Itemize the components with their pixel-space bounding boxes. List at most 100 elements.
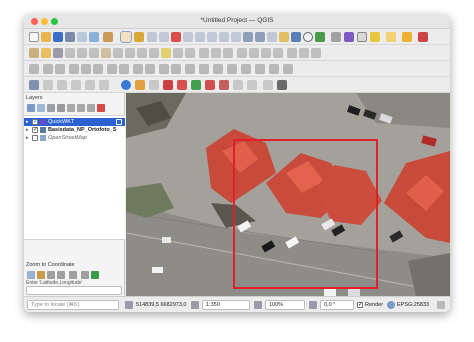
crs-globe-icon[interactable] — [387, 301, 395, 309]
layer-item-ortofoto[interactable]: ▸ Basisdata_NP_Ortofoto_S — [24, 126, 125, 134]
trim-extend-icon[interactable] — [227, 64, 237, 74]
info-icon[interactable] — [121, 80, 131, 90]
bookmark-icon[interactable] — [267, 32, 277, 42]
show-bookmarks-icon[interactable] — [279, 32, 289, 42]
capture-coordinate-icon[interactable] — [27, 271, 35, 279]
remove-layer-icon[interactable] — [97, 104, 105, 112]
cut-features-icon[interactable] — [125, 48, 135, 58]
crs-label[interactable]: EPSG:25833 — [397, 302, 429, 308]
simplify-icon[interactable] — [199, 64, 209, 74]
render-checkbox[interactable] — [357, 301, 363, 308]
statistics-icon[interactable] — [223, 48, 233, 58]
add-vector-icon[interactable] — [163, 80, 173, 90]
scale-field[interactable]: 1:350 — [202, 300, 250, 310]
save-edits-icon[interactable] — [53, 48, 63, 58]
add-group-icon[interactable] — [37, 104, 45, 112]
filter-by-expression-icon[interactable] — [67, 104, 75, 112]
marker-icon[interactable] — [81, 271, 89, 279]
zoom-next-icon[interactable] — [231, 32, 241, 42]
html-annotation-icon[interactable] — [261, 48, 271, 58]
paste-features-icon[interactable] — [149, 48, 159, 58]
magnifier-field[interactable]: 100% — [265, 300, 305, 310]
add-feature-icon[interactable] — [77, 48, 87, 58]
temporal-controller-icon[interactable] — [291, 32, 301, 42]
label-toolbar-icon[interactable] — [287, 48, 297, 58]
svg-annotation-icon[interactable] — [273, 48, 283, 58]
crs-icon[interactable] — [47, 271, 55, 279]
redo-icon[interactable] — [185, 48, 195, 58]
add-wms-icon[interactable] — [233, 80, 243, 90]
zoom-in-icon[interactable] — [147, 32, 157, 42]
field-calculator-icon[interactable] — [211, 48, 221, 58]
new-project-icon[interactable] — [29, 32, 39, 42]
attribute-table-icon[interactable] — [199, 48, 209, 58]
zoom-last-icon[interactable] — [219, 32, 229, 42]
undo-icon[interactable] — [173, 48, 183, 58]
add-spatialite-icon[interactable] — [219, 80, 229, 90]
collapse-all-icon[interactable] — [87, 104, 95, 112]
deselect-icon[interactable] — [85, 80, 95, 90]
snapping-icon[interactable] — [241, 64, 251, 74]
pin-labels-icon[interactable] — [299, 48, 309, 58]
vertex-tool-icon[interactable] — [89, 48, 99, 58]
add-raster-icon[interactable] — [177, 80, 187, 90]
tracing-icon[interactable] — [255, 64, 265, 74]
current-edits-icon[interactable] — [29, 48, 39, 58]
toggle-editing-icon[interactable] — [41, 48, 51, 58]
quickwkt-icon[interactable] — [418, 32, 428, 42]
select-by-expression-icon[interactable] — [99, 80, 109, 90]
add-ring-icon[interactable] — [43, 64, 53, 74]
label-icon[interactable] — [161, 48, 171, 58]
add-delimited-icon[interactable] — [191, 80, 201, 90]
format-icon[interactable] — [57, 271, 65, 279]
open-attribute-icon[interactable] — [43, 80, 53, 90]
merge-attributes-icon[interactable] — [171, 64, 181, 74]
new-temp-layer-icon[interactable] — [277, 80, 287, 90]
rotate-label-icon[interactable] — [311, 48, 321, 58]
refresh-icon[interactable] — [315, 32, 325, 42]
db-manager-icon[interactable] — [344, 32, 354, 42]
pan-icon[interactable] — [120, 31, 132, 43]
expand-arrow-icon[interactable]: ▸ — [26, 126, 29, 134]
delete-selected-icon[interactable] — [113, 48, 123, 58]
select-dropdown-icon[interactable] — [370, 32, 380, 42]
new-map-view-icon[interactable] — [243, 32, 253, 42]
layer-visibility-checkbox[interactable] — [32, 118, 38, 126]
expand-all-icon[interactable] — [77, 104, 85, 112]
reverse-line-icon[interactable] — [213, 64, 223, 74]
style-icon[interactable] — [27, 104, 35, 112]
style-manager-icon[interactable] — [103, 32, 113, 42]
zoom-full-icon[interactable] — [171, 32, 181, 42]
delete-ring-icon[interactable] — [81, 64, 91, 74]
open-project-icon[interactable] — [41, 32, 51, 42]
zoom-to-selection-icon[interactable] — [183, 32, 193, 42]
reshape-icon[interactable] — [107, 64, 117, 74]
layer-item-quickwkt[interactable]: ▸ QuickWKT — [24, 118, 125, 126]
move-feature-icon[interactable] — [101, 48, 111, 58]
scale-lock-icon[interactable] — [191, 301, 199, 309]
split-features-icon[interactable] — [133, 64, 143, 74]
measure-icon[interactable] — [149, 80, 159, 90]
coordinate-input[interactable] — [26, 286, 122, 295]
split-parts-icon[interactable] — [145, 64, 155, 74]
select-features-icon[interactable] — [57, 80, 67, 90]
digitize-icon[interactable] — [65, 48, 75, 58]
show-tips-icon[interactable] — [386, 32, 396, 42]
text-annotation-icon[interactable] — [237, 48, 247, 58]
add-part-icon[interactable] — [55, 64, 65, 74]
copy-features-icon[interactable] — [137, 48, 147, 58]
expand-arrow-icon[interactable]: ▸ — [26, 118, 29, 126]
layer-visibility-checkbox[interactable] — [32, 135, 38, 141]
print-layout-icon[interactable] — [77, 32, 87, 42]
add-wfs-icon[interactable] — [247, 80, 257, 90]
zoom-out-icon[interactable] — [159, 32, 169, 42]
rotate-point-icon[interactable] — [185, 64, 195, 74]
delete-part-icon[interactable] — [93, 64, 103, 74]
expand-arrow-icon[interactable]: ▸ — [26, 134, 29, 142]
fill-ring-icon[interactable] — [69, 64, 79, 74]
select-by-value-icon[interactable] — [71, 80, 81, 90]
advanced-digitizing-icon[interactable] — [29, 64, 39, 74]
save-project-icon[interactable] — [53, 32, 63, 42]
zoom-native-icon[interactable] — [207, 32, 217, 42]
offset-curve-icon[interactable] — [119, 64, 129, 74]
